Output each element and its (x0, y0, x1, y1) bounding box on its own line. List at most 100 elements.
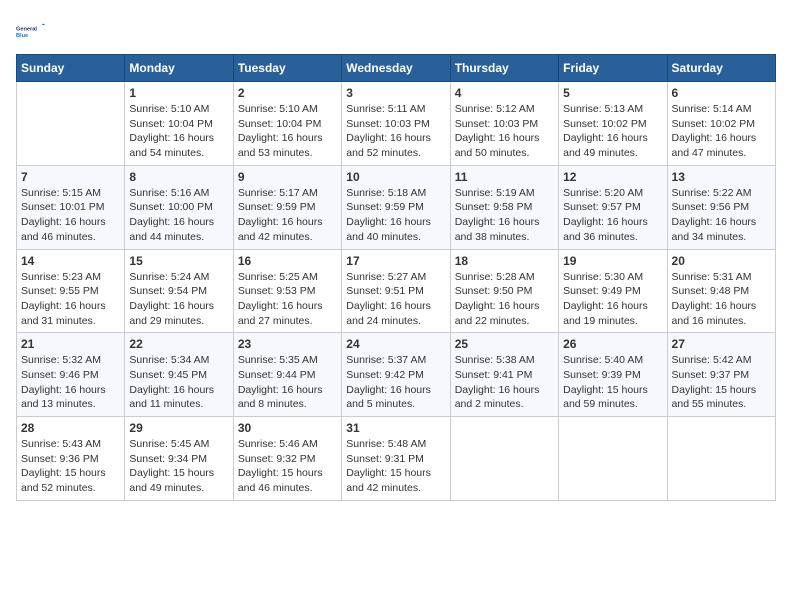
sunrise-time: Sunrise: 5:22 AM (672, 187, 752, 199)
daylight-hours: Daylight: 16 hours and 24 minutes. (346, 300, 431, 327)
calendar-cell: 30 Sunrise: 5:46 AM Sunset: 9:32 PM Dayl… (233, 417, 341, 501)
daylight-hours: Daylight: 16 hours and 2 minutes. (455, 384, 540, 411)
sunset-time: Sunset: 9:42 PM (346, 369, 424, 381)
sunrise-time: Sunrise: 5:48 AM (346, 438, 426, 450)
day-number: 2 (238, 86, 337, 100)
calendar-cell: 9 Sunrise: 5:17 AM Sunset: 9:59 PM Dayli… (233, 165, 341, 249)
weekday-header-wednesday: Wednesday (342, 55, 450, 82)
sunset-time: Sunset: 9:41 PM (455, 369, 533, 381)
calendar-cell: 11 Sunrise: 5:19 AM Sunset: 9:58 PM Dayl… (450, 165, 558, 249)
calendar-cell: 4 Sunrise: 5:12 AM Sunset: 10:03 PM Dayl… (450, 82, 558, 166)
day-number: 27 (672, 337, 771, 351)
sunset-time: Sunset: 9:59 PM (238, 201, 316, 213)
calendar-table: SundayMondayTuesdayWednesdayThursdayFrid… (16, 54, 776, 501)
sunset-time: Sunset: 9:46 PM (21, 369, 99, 381)
day-info: Sunrise: 5:38 AM Sunset: 9:41 PM Dayligh… (455, 353, 554, 412)
daylight-hours: Daylight: 16 hours and 44 minutes. (129, 216, 214, 243)
sunrise-time: Sunrise: 5:45 AM (129, 438, 209, 450)
sunset-time: Sunset: 10:04 PM (129, 118, 212, 130)
weekday-header-thursday: Thursday (450, 55, 558, 82)
sunrise-time: Sunrise: 5:30 AM (563, 271, 643, 283)
day-number: 10 (346, 170, 445, 184)
sunset-time: Sunset: 9:39 PM (563, 369, 641, 381)
sunrise-time: Sunrise: 5:11 AM (346, 103, 425, 115)
sunset-time: Sunset: 9:36 PM (21, 453, 99, 465)
daylight-hours: Daylight: 16 hours and 34 minutes. (672, 216, 757, 243)
sunset-time: Sunset: 9:54 PM (129, 285, 207, 297)
day-info: Sunrise: 5:25 AM Sunset: 9:53 PM Dayligh… (238, 270, 337, 329)
calendar-cell: 29 Sunrise: 5:45 AM Sunset: 9:34 PM Dayl… (125, 417, 233, 501)
day-info: Sunrise: 5:23 AM Sunset: 9:55 PM Dayligh… (21, 270, 120, 329)
sunset-time: Sunset: 9:50 PM (455, 285, 533, 297)
sunset-time: Sunset: 9:59 PM (346, 201, 424, 213)
day-number: 21 (21, 337, 120, 351)
day-number: 9 (238, 170, 337, 184)
calendar-cell: 31 Sunrise: 5:48 AM Sunset: 9:31 PM Dayl… (342, 417, 450, 501)
day-number: 12 (563, 170, 662, 184)
calendar-cell: 20 Sunrise: 5:31 AM Sunset: 9:48 PM Dayl… (667, 249, 775, 333)
daylight-hours: Daylight: 16 hours and 52 minutes. (346, 132, 431, 159)
daylight-hours: Daylight: 16 hours and 27 minutes. (238, 300, 323, 327)
day-info: Sunrise: 5:45 AM Sunset: 9:34 PM Dayligh… (129, 437, 228, 496)
day-number: 24 (346, 337, 445, 351)
weekday-header-sunday: Sunday (17, 55, 125, 82)
logo-icon: General Blue (16, 16, 46, 46)
calendar-cell: 22 Sunrise: 5:34 AM Sunset: 9:45 PM Dayl… (125, 333, 233, 417)
sunrise-time: Sunrise: 5:10 AM (129, 103, 209, 115)
calendar-cell: 2 Sunrise: 5:10 AM Sunset: 10:04 PM Dayl… (233, 82, 341, 166)
day-number: 14 (21, 254, 120, 268)
day-info: Sunrise: 5:35 AM Sunset: 9:44 PM Dayligh… (238, 353, 337, 412)
day-info: Sunrise: 5:46 AM Sunset: 9:32 PM Dayligh… (238, 437, 337, 496)
sunrise-time: Sunrise: 5:40 AM (563, 354, 643, 366)
daylight-hours: Daylight: 16 hours and 40 minutes. (346, 216, 431, 243)
sunrise-time: Sunrise: 5:24 AM (129, 271, 209, 283)
calendar-cell: 28 Sunrise: 5:43 AM Sunset: 9:36 PM Dayl… (17, 417, 125, 501)
calendar-cell: 12 Sunrise: 5:20 AM Sunset: 9:57 PM Dayl… (559, 165, 667, 249)
sunrise-time: Sunrise: 5:10 AM (238, 103, 318, 115)
daylight-hours: Daylight: 16 hours and 54 minutes. (129, 132, 214, 159)
day-info: Sunrise: 5:18 AM Sunset: 9:59 PM Dayligh… (346, 186, 445, 245)
calendar-cell: 8 Sunrise: 5:16 AM Sunset: 10:00 PM Dayl… (125, 165, 233, 249)
calendar-cell: 6 Sunrise: 5:14 AM Sunset: 10:02 PM Dayl… (667, 82, 775, 166)
day-number: 19 (563, 254, 662, 268)
sunrise-time: Sunrise: 5:31 AM (672, 271, 752, 283)
sunrise-time: Sunrise: 5:38 AM (455, 354, 535, 366)
daylight-hours: Daylight: 16 hours and 29 minutes. (129, 300, 214, 327)
day-info: Sunrise: 5:32 AM Sunset: 9:46 PM Dayligh… (21, 353, 120, 412)
calendar-cell: 19 Sunrise: 5:30 AM Sunset: 9:49 PM Dayl… (559, 249, 667, 333)
day-info: Sunrise: 5:15 AM Sunset: 10:01 PM Daylig… (21, 186, 120, 245)
daylight-hours: Daylight: 16 hours and 42 minutes. (238, 216, 323, 243)
sunrise-time: Sunrise: 5:19 AM (455, 187, 535, 199)
calendar-cell: 18 Sunrise: 5:28 AM Sunset: 9:50 PM Dayl… (450, 249, 558, 333)
calendar-cell: 3 Sunrise: 5:11 AM Sunset: 10:03 PM Dayl… (342, 82, 450, 166)
day-info: Sunrise: 5:31 AM Sunset: 9:48 PM Dayligh… (672, 270, 771, 329)
calendar-cell: 26 Sunrise: 5:40 AM Sunset: 9:39 PM Dayl… (559, 333, 667, 417)
sunset-time: Sunset: 9:49 PM (563, 285, 641, 297)
daylight-hours: Daylight: 16 hours and 47 minutes. (672, 132, 757, 159)
sunset-time: Sunset: 10:02 PM (563, 118, 646, 130)
sunset-time: Sunset: 9:53 PM (238, 285, 316, 297)
sunset-time: Sunset: 9:57 PM (563, 201, 641, 213)
day-info: Sunrise: 5:10 AM Sunset: 10:04 PM Daylig… (238, 102, 337, 161)
week-row-2: 7 Sunrise: 5:15 AM Sunset: 10:01 PM Dayl… (17, 165, 776, 249)
sunset-time: Sunset: 9:34 PM (129, 453, 207, 465)
daylight-hours: Daylight: 16 hours and 16 minutes. (672, 300, 757, 327)
day-info: Sunrise: 5:27 AM Sunset: 9:51 PM Dayligh… (346, 270, 445, 329)
logo: General Blue (16, 16, 46, 46)
day-number: 30 (238, 421, 337, 435)
sunrise-time: Sunrise: 5:25 AM (238, 271, 318, 283)
calendar-cell: 24 Sunrise: 5:37 AM Sunset: 9:42 PM Dayl… (342, 333, 450, 417)
sunset-time: Sunset: 9:37 PM (672, 369, 750, 381)
calendar-cell: 27 Sunrise: 5:42 AM Sunset: 9:37 PM Dayl… (667, 333, 775, 417)
sunset-time: Sunset: 9:58 PM (455, 201, 533, 213)
sunset-time: Sunset: 10:01 PM (21, 201, 104, 213)
day-info: Sunrise: 5:12 AM Sunset: 10:03 PM Daylig… (455, 102, 554, 161)
daylight-hours: Daylight: 16 hours and 11 minutes. (129, 384, 214, 411)
calendar-cell: 14 Sunrise: 5:23 AM Sunset: 9:55 PM Dayl… (17, 249, 125, 333)
weekday-header-row: SundayMondayTuesdayWednesdayThursdayFrid… (17, 55, 776, 82)
sunrise-time: Sunrise: 5:42 AM (672, 354, 752, 366)
day-number: 5 (563, 86, 662, 100)
daylight-hours: Daylight: 16 hours and 31 minutes. (21, 300, 106, 327)
calendar-cell (667, 417, 775, 501)
day-info: Sunrise: 5:14 AM Sunset: 10:02 PM Daylig… (672, 102, 771, 161)
